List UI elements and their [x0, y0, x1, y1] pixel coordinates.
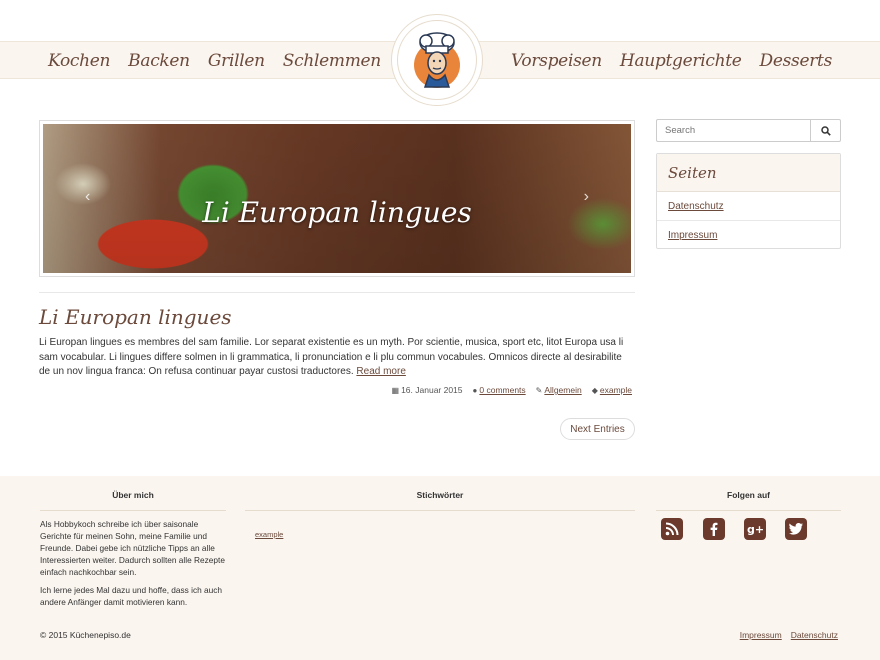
nav-item-kochen[interactable]: Kochen — [48, 51, 110, 71]
post-title[interactable]: Li Europan lingues — [39, 305, 232, 329]
sidebar-link-datenschutz[interactable]: Datenschutz — [657, 192, 840, 221]
rss-button[interactable] — [661, 518, 683, 540]
read-more-link[interactable]: Read more — [356, 366, 405, 377]
category-link[interactable]: Allgemein — [544, 385, 581, 395]
sidebar-link-impressum[interactable]: Impressum — [657, 221, 840, 250]
comments-icon: ● — [472, 386, 478, 395]
logo-ring — [397, 20, 477, 100]
nav-item-hauptgerichte[interactable]: Hauptgerichte — [620, 51, 742, 71]
twitter-button[interactable] — [785, 518, 807, 540]
post-meta: ▦ 16. Januar 2015 ● 0 comments ✎ Allgemein … — [392, 385, 632, 395]
nav-item-backen[interactable]: Backen — [128, 51, 190, 71]
tags-title: Stichwörter — [416, 490, 464, 500]
post-comments: ● 0 comments — [473, 385, 526, 395]
nav-left-group: Kochen Backen Grillen Schlemmen — [48, 42, 381, 80]
nav-item-vorspeisen[interactable]: Vorspeisen — [511, 51, 602, 71]
google-plus-button[interactable]: g+ — [744, 518, 766, 540]
slider-image: ‹ › Li Europan lingues — [43, 124, 631, 273]
svg-text:g+: g+ — [747, 523, 763, 536]
slider-caption: Li Europan lingues — [202, 196, 472, 229]
footer-link-datenschutz[interactable]: Datenschutz — [791, 630, 838, 640]
google-plus-icon: g+ — [747, 523, 763, 536]
facebook-button[interactable] — [703, 518, 725, 540]
about-text: Als Hobbykoch schreibe ich über saisonal… — [40, 518, 226, 614]
tags-icon: ◆ — [591, 386, 598, 395]
nav-item-grillen[interactable]: Grillen — [208, 51, 265, 71]
nav-right-group: Vorspeisen Hauptgerichte Desserts — [511, 42, 832, 80]
search-button[interactable] — [810, 120, 840, 141]
about-paragraph-1: Als Hobbykoch schreibe ich über saisonal… — [40, 519, 225, 577]
site-footer: Über mich Als Hobbykoch schreibe ich übe… — [0, 476, 880, 660]
edit-icon: ✎ — [535, 386, 543, 395]
search-icon — [820, 125, 831, 136]
copyright: © 2015 Küchenepiso.de — [40, 630, 131, 640]
comments-link[interactable]: 0 comments — [479, 385, 525, 395]
about-title: Über mich — [112, 490, 154, 500]
rss-icon — [665, 522, 679, 536]
post-date: ▦ 16. Januar 2015 — [392, 385, 463, 395]
nav-item-schlemmen[interactable]: Schlemmen — [283, 51, 381, 71]
footer-link-impressum[interactable]: Impressum — [740, 630, 782, 640]
twitter-icon — [789, 523, 803, 535]
featured-slider[interactable]: ‹ › Li Europan lingues — [39, 120, 635, 277]
search-input[interactable] — [657, 120, 810, 141]
post-excerpt: Li Europan lingues es membres del sam fa… — [39, 336, 635, 380]
follow-title: Folgen auf — [727, 490, 770, 500]
next-entries-button[interactable]: Next Entries — [560, 418, 635, 440]
pages-widget-title: Seiten — [657, 154, 840, 192]
post-category: ✎ Allgemein — [536, 385, 582, 395]
calendar-icon: ▦ — [391, 386, 400, 395]
about-paragraph-2: Ich lerne jedes Mal dazu und hoffe, dass… — [40, 585, 223, 607]
tags-rule — [245, 510, 635, 511]
post-date-text: 16. Januar 2015 — [401, 385, 463, 395]
content-divider — [39, 292, 635, 293]
chef-logo-icon — [414, 32, 460, 88]
nav-item-desserts[interactable]: Desserts — [760, 51, 833, 71]
facebook-icon — [710, 522, 718, 536]
site-logo[interactable] — [391, 14, 483, 106]
search-form — [656, 119, 841, 142]
tag-link[interactable]: example — [600, 385, 632, 395]
follow-rule — [656, 510, 841, 511]
footer-links: Impressum Datenschutz — [740, 630, 838, 640]
post-excerpt-text: Li Europan lingues es membres del sam fa… — [39, 337, 624, 377]
footer-tag-link[interactable]: example — [255, 530, 283, 539]
about-rule — [40, 510, 226, 511]
pages-widget: Seiten Datenschutz Impressum — [656, 153, 841, 249]
post-tags: ◆ example — [592, 385, 632, 395]
